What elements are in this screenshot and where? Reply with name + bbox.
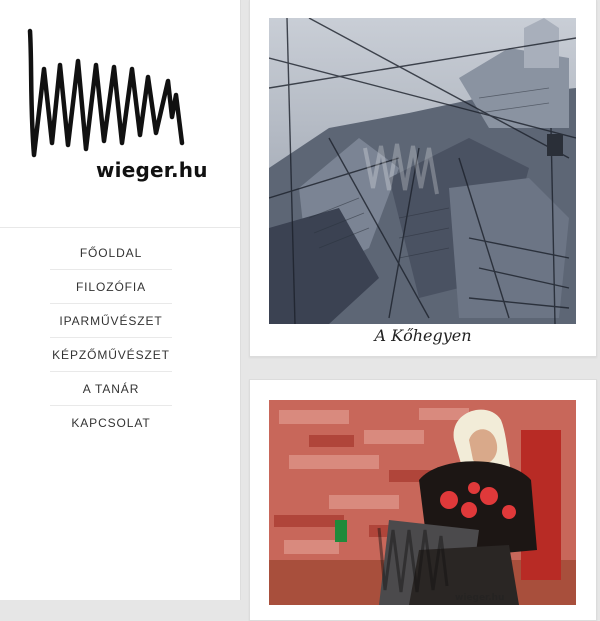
watermark-text: wieger.hu — [455, 593, 504, 603]
nav-item-contact[interactable]: KAPCSOLAT — [50, 406, 172, 439]
sidebar: wieger.hu FŐOLDAL FILOZÓFIA IPARMŰVÉSZET… — [0, 0, 241, 600]
gallery-card[interactable]: wieger.hu — [249, 379, 597, 621]
artwork-image[interactable] — [269, 18, 576, 324]
gallery-card[interactable]: A Kőhegyen — [249, 0, 597, 357]
nav-item-philosophy[interactable]: FILOZÓFIA — [50, 270, 172, 304]
nav-item-applied-arts[interactable]: IPARMŰVÉSZET — [50, 304, 172, 338]
logo-text: wieger.hu — [96, 158, 208, 182]
artwork-caption: A Kőhegyen — [374, 326, 472, 345]
main-navigation: FŐOLDAL FILOZÓFIA IPARMŰVÉSZET KÉPZŐMŰVÉ… — [50, 236, 172, 439]
nav-item-teacher[interactable]: A TANÁR — [50, 372, 172, 406]
nav-item-home[interactable]: FŐOLDAL — [50, 236, 172, 270]
sidebar-divider — [0, 227, 240, 228]
artwork-image[interactable]: wieger.hu — [269, 400, 576, 605]
site-logo[interactable]: wieger.hu — [22, 25, 207, 195]
nav-item-fine-arts[interactable]: KÉPZŐMŰVÉSZET — [50, 338, 172, 372]
